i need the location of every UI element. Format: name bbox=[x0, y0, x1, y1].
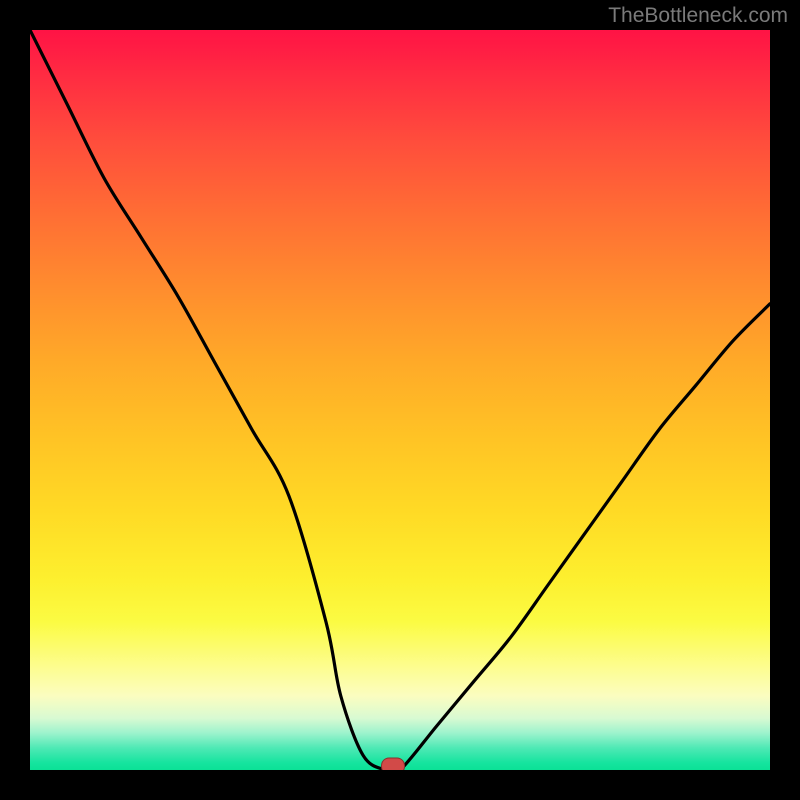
bottleneck-curve-path bbox=[30, 30, 770, 770]
chart-frame: TheBottleneck.com bbox=[0, 0, 800, 800]
plot-area bbox=[30, 30, 770, 770]
bottleneck-curve-svg bbox=[30, 30, 770, 770]
optimal-point-marker bbox=[381, 758, 405, 771]
watermark-text: TheBottleneck.com bbox=[608, 4, 788, 28]
